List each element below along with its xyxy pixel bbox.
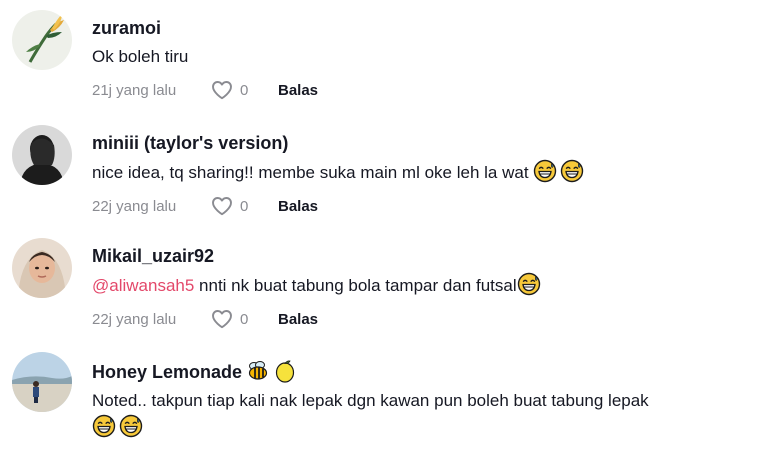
comment-text-content: Ok boleh tiru — [92, 47, 189, 66]
grinning-sweat-face-emoji — [560, 159, 584, 183]
reply-button[interactable]: Balas — [278, 198, 318, 215]
reply-button[interactable]: Balas — [278, 82, 318, 99]
bee-emoji — [248, 361, 268, 380]
comment-text-content: nice idea, tq sharing!! membe suka main … — [92, 163, 529, 182]
heart-outline-icon — [210, 194, 234, 218]
avatar[interactable] — [12, 125, 72, 185]
timestamp: 22j yang lalu — [92, 310, 177, 328]
username[interactable]: Mikail_uzair92 — [92, 245, 747, 267]
like-count: 0 — [240, 310, 249, 328]
username[interactable]: zuramoi — [92, 17, 747, 39]
comment-meta: 22j yang lalu 0 Balas — [92, 307, 747, 331]
username-text: Honey Lemonade — [92, 362, 243, 382]
grinning-sweat-face-emoji — [517, 272, 541, 296]
timestamp: 21j yang lalu — [92, 81, 177, 99]
avatar[interactable] — [12, 352, 72, 412]
username[interactable]: Honey Lemonade — [92, 359, 747, 383]
username[interactable]: miniii (taylor's version) — [92, 132, 747, 154]
avatar[interactable] — [12, 238, 72, 298]
comment-text-content: Noted.. takpun tiap kali nak lepak dgn k… — [92, 391, 649, 410]
comment-text: Noted.. takpun tiap kali nak lepak dgn k… — [92, 388, 747, 441]
like-button[interactable]: 0 — [210, 78, 274, 102]
reply-button[interactable]: Balas — [278, 311, 318, 328]
heart-outline-icon — [210, 307, 234, 331]
like-count: 0 — [240, 197, 249, 215]
grinning-sweat-face-emoji — [119, 414, 143, 438]
grinning-sweat-face-emoji — [92, 414, 116, 438]
comment-meta: 21j yang lalu 0 Balas — [92, 78, 747, 102]
like-count: 0 — [240, 81, 249, 99]
heart-outline-icon — [210, 78, 234, 102]
lemon-emoji — [275, 360, 295, 383]
avatar[interactable] — [12, 10, 72, 70]
comment-text: @aliwansah5 nnti nk buat tabung bola tam… — [92, 272, 747, 299]
comment-text: Ok boleh tiru — [92, 44, 747, 70]
like-button[interactable]: 0 — [210, 194, 274, 218]
user-mention-link[interactable]: @aliwansah5 — [92, 276, 194, 295]
comment-text-content: nnti nk buat tabung bola tampar dan futs… — [194, 276, 517, 295]
like-button[interactable]: 0 — [210, 307, 274, 331]
grinning-sweat-face-emoji — [533, 159, 557, 183]
comment-list: zuramoi Ok boleh tiru 21j yang lalu 0 Ba… — [0, 0, 757, 449]
comment-text: nice idea, tq sharing!! membe suka main … — [92, 159, 747, 186]
comment-meta: 22j yang lalu 0 Balas — [92, 194, 747, 218]
timestamp: 22j yang lalu — [92, 197, 177, 215]
